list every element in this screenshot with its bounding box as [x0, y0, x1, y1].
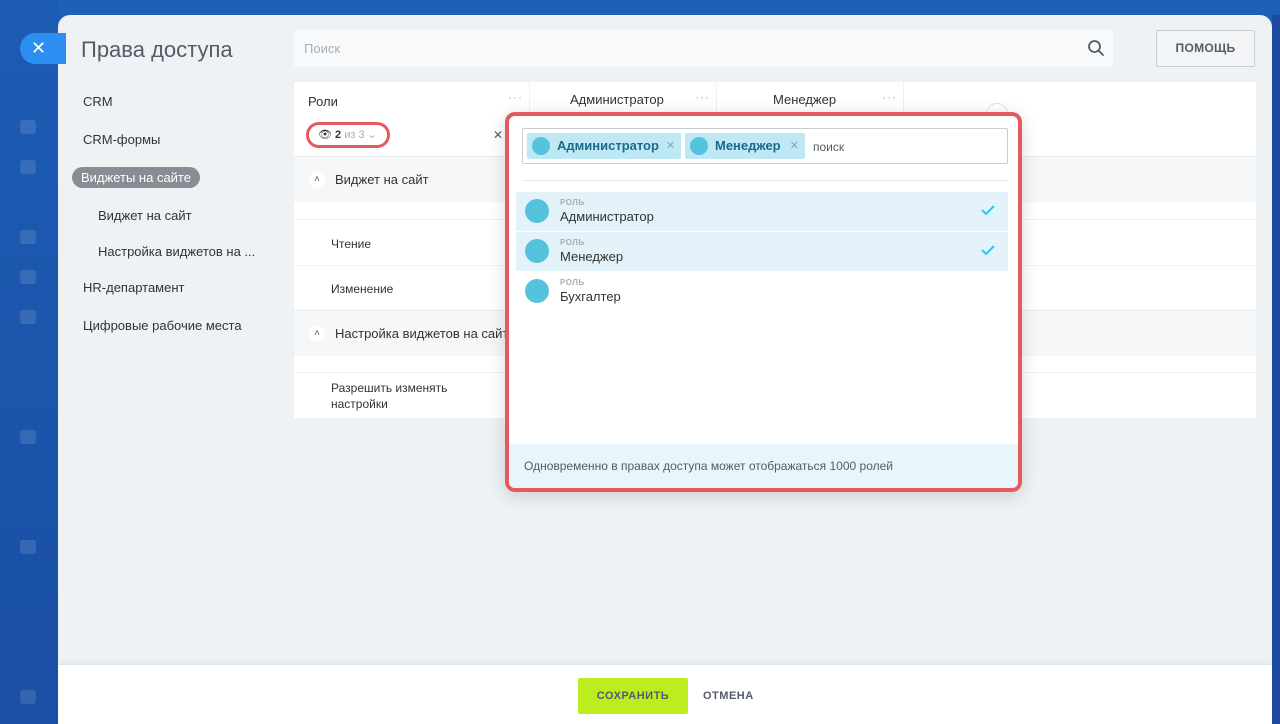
nav-item-digital-workplaces[interactable]: Цифровые рабочие места [83, 318, 242, 333]
strip-item [20, 690, 36, 704]
save-button[interactable]: СОХРАНИТЬ [578, 678, 688, 714]
role-name: Администратор [560, 209, 654, 224]
role-tag[interactable]: Администратор ✕ [527, 133, 681, 159]
permission-label: Чтение [331, 237, 372, 251]
role-option-accountant[interactable]: РОЛЬ Бухгалтер [516, 272, 1008, 311]
check-icon [981, 205, 995, 216]
remove-tag-icon[interactable]: ✕ [790, 133, 799, 159]
more-icon[interactable]: ··· [882, 90, 897, 104]
check-icon [981, 245, 995, 256]
strip-item [20, 160, 36, 174]
more-icon[interactable]: ··· [695, 90, 710, 104]
strip-item [20, 540, 36, 554]
more-icon[interactable]: ··· [508, 90, 523, 104]
role-option-manager[interactable]: РОЛЬ Менеджер [516, 232, 1008, 271]
divider [522, 180, 1008, 181]
role-tag-label: Администратор [557, 138, 659, 153]
role-tag[interactable]: Менеджер ✕ [685, 133, 805, 159]
strip-item [20, 310, 36, 324]
role-type-label: РОЛЬ [560, 238, 585, 247]
group-avatar-icon [690, 137, 708, 155]
chevron-up-icon[interactable]: ˄ [309, 326, 325, 342]
role-tag-label: Менеджер [715, 138, 781, 153]
permission-label: Изменение [331, 282, 394, 296]
background-edge [1272, 15, 1280, 724]
section-label: Виджет на сайт [335, 172, 429, 187]
role-option-admin[interactable]: РОЛЬ Администратор [516, 192, 1008, 231]
selected-roles-box[interactable]: Администратор ✕ Менеджер ✕ [522, 128, 1008, 164]
admin-header-label: Администратор [570, 92, 664, 107]
visible-roles-counter[interactable]: 👁 2 из 3 ⌄ [306, 122, 390, 148]
group-avatar-icon [525, 239, 549, 263]
nav-subitem-widget-settings[interactable]: Настройка виджетов на ... [98, 244, 255, 259]
permission-label: Разрешить изменять настройки [331, 381, 448, 411]
nav-item-site-widgets[interactable]: Виджеты на сайте [72, 167, 200, 188]
strip-item [20, 230, 36, 244]
section-label: Настройка виджетов на сайт [335, 326, 509, 341]
close-icon: ✕ [31, 38, 47, 58]
help-button[interactable]: ПОМОЩЬ [1156, 30, 1255, 67]
group-avatar-icon [525, 279, 549, 303]
role-limit-note: Одновременно в правах доступа может отоб… [509, 444, 1018, 488]
roles-column-header: Роли ··· 👁 2 из 3 ⌄ ✕ [294, 82, 530, 157]
nav-item-crm[interactable]: CRM [83, 94, 113, 109]
role-type-label: РОЛЬ [560, 278, 585, 287]
nav-item-crm-forms[interactable]: CRM-формы [83, 132, 160, 147]
roles-header-label: Роли [308, 94, 338, 109]
close-slider-button[interactable]: ✕ [20, 33, 66, 64]
page-title: Права доступа [81, 37, 233, 62]
group-avatar-icon [532, 137, 550, 155]
action-bar: СОХРАНИТЬ ОТМЕНА [58, 664, 1272, 724]
chevron-up-icon[interactable]: ˄ [309, 172, 325, 188]
manager-header-label: Менеджер [773, 92, 837, 107]
strip-item [20, 430, 36, 444]
collapse-columns-icon[interactable]: ✕ [493, 128, 503, 142]
chevron-down-icon: ⌄ [367, 129, 377, 141]
search-icon[interactable] [1087, 39, 1105, 57]
search-field[interactable] [294, 30, 1113, 67]
nav-item-hr-department[interactable]: HR-департамент [83, 280, 184, 295]
role-search-input[interactable] [813, 138, 993, 156]
search-input[interactable] [294, 30, 1113, 67]
cancel-button[interactable]: ОТМЕНА [703, 678, 754, 714]
counter-of-text: из 3 [344, 129, 365, 141]
role-name: Менеджер [560, 249, 624, 264]
eye-icon: 👁 [318, 129, 332, 141]
group-avatar-icon [525, 199, 549, 223]
role-selector-popup: Администратор ✕ Менеджер ✕ РОЛЬ Админист… [505, 112, 1022, 492]
nav-subitem-site-widget[interactable]: Виджет на сайт [98, 208, 192, 223]
strip-item [20, 270, 36, 284]
role-type-label: РОЛЬ [560, 198, 585, 207]
remove-tag-icon[interactable]: ✕ [666, 133, 675, 159]
strip-item [20, 120, 36, 134]
counter-shown: 2 [335, 129, 342, 141]
role-name: Бухгалтер [560, 289, 621, 304]
left-sidebar-strip [0, 0, 58, 724]
